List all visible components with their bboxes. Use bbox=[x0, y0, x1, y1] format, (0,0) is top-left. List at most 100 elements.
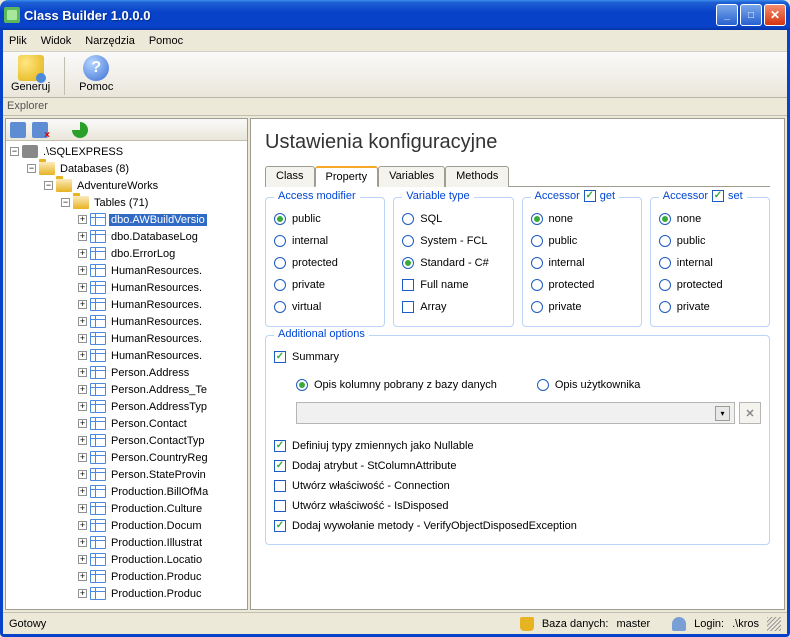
radio[interactable] bbox=[659, 257, 671, 269]
tree-node[interactable]: +dbo.ErrorLog bbox=[6, 245, 247, 262]
tree-node[interactable]: +HumanResources. bbox=[6, 347, 247, 364]
tab-methods[interactable]: Methods bbox=[445, 166, 509, 187]
tree-node[interactable]: +dbo.DatabaseLog bbox=[6, 228, 247, 245]
tree-node[interactable]: +Production.Culture bbox=[6, 500, 247, 517]
vartype-check[interactable]: Array bbox=[402, 296, 504, 318]
accessor-set-toggle[interactable] bbox=[712, 190, 724, 202]
menu-help[interactable]: Pomoc bbox=[149, 35, 183, 47]
tree-expander[interactable]: + bbox=[78, 266, 87, 275]
checkbox[interactable] bbox=[274, 480, 286, 492]
additional-option[interactable]: Utwórz właściwość - IsDisposed bbox=[274, 496, 761, 516]
generate-button[interactable]: Generuj bbox=[7, 53, 54, 95]
radio[interactable] bbox=[402, 257, 414, 269]
radio[interactable] bbox=[531, 213, 543, 225]
set-option[interactable]: protected bbox=[659, 274, 761, 296]
tree-node[interactable]: +HumanResources. bbox=[6, 313, 247, 330]
tree-expander[interactable]: + bbox=[78, 504, 87, 513]
tree-expander[interactable]: + bbox=[78, 436, 87, 445]
radio[interactable] bbox=[274, 235, 286, 247]
maximize-button[interactable]: □ bbox=[740, 4, 762, 26]
get-option[interactable]: protected bbox=[531, 274, 633, 296]
vartype-check[interactable]: Full name bbox=[402, 274, 504, 296]
tree-node[interactable]: +dbo.AWBuildVersio bbox=[6, 211, 247, 228]
tree-node[interactable]: +Production.Produc bbox=[6, 585, 247, 602]
tree-node[interactable]: +Production.Docum bbox=[6, 517, 247, 534]
tree-expander[interactable]: + bbox=[78, 351, 87, 360]
tree-node[interactable]: +Person.StateProvin bbox=[6, 466, 247, 483]
radio[interactable] bbox=[402, 213, 414, 225]
radio[interactable] bbox=[531, 279, 543, 291]
tree-expander[interactable]: + bbox=[78, 215, 87, 224]
tree-expander[interactable]: + bbox=[78, 402, 87, 411]
tree-expander[interactable]: + bbox=[78, 487, 87, 496]
access-option[interactable]: internal bbox=[274, 230, 376, 252]
opt-summary[interactable]: Summary bbox=[274, 346, 761, 368]
close-button[interactable]: ✕ bbox=[764, 4, 786, 26]
radio[interactable] bbox=[531, 235, 543, 247]
radio[interactable] bbox=[659, 235, 671, 247]
radio[interactable] bbox=[274, 257, 286, 269]
get-option[interactable]: public bbox=[531, 230, 633, 252]
tree-node[interactable]: +Production.Locatio bbox=[6, 551, 247, 568]
tree-node[interactable]: −Tables (71) bbox=[6, 194, 247, 211]
tree-expander[interactable]: + bbox=[78, 300, 87, 309]
tree-expander[interactable]: + bbox=[78, 283, 87, 292]
radio[interactable] bbox=[402, 235, 414, 247]
summary-text-dropdown[interactable]: ▾ bbox=[296, 402, 735, 424]
tree-node[interactable]: +Person.Address bbox=[6, 364, 247, 381]
summary-checkbox[interactable] bbox=[274, 351, 286, 363]
tab-class[interactable]: Class bbox=[265, 166, 315, 187]
tab-property[interactable]: Property bbox=[315, 166, 379, 187]
radio[interactable] bbox=[274, 213, 286, 225]
additional-option[interactable]: Dodaj wywołanie metody - VerifyObjectDis… bbox=[274, 516, 761, 536]
additional-option[interactable]: Definiuj typy zmiennych jako Nullable bbox=[274, 436, 761, 456]
summary-src-option[interactable]: Opis kolumny pobrany z bazy danych bbox=[296, 374, 497, 396]
tree-node[interactable]: +HumanResources. bbox=[6, 296, 247, 313]
connect-icon[interactable] bbox=[10, 122, 26, 138]
minimize-button[interactable]: _ bbox=[716, 4, 738, 26]
tree-expander[interactable]: + bbox=[78, 521, 87, 530]
tree-expander[interactable]: + bbox=[78, 385, 87, 394]
radio[interactable] bbox=[296, 379, 308, 391]
summary-delete-button[interactable]: ✕ bbox=[739, 402, 761, 424]
tree-node[interactable]: +Production.Produc bbox=[6, 568, 247, 585]
checkbox[interactable] bbox=[402, 301, 414, 313]
tree-expander[interactable]: + bbox=[78, 453, 87, 462]
tree-expander[interactable]: + bbox=[78, 334, 87, 343]
tree-node[interactable]: +Person.Address_Te bbox=[6, 381, 247, 398]
set-option[interactable]: public bbox=[659, 230, 761, 252]
additional-option[interactable]: Dodaj atrybut - StColumnAttribute bbox=[274, 456, 761, 476]
tree-node[interactable]: +Production.Illustrat bbox=[6, 534, 247, 551]
checkbox[interactable] bbox=[274, 460, 286, 472]
tree-expander[interactable]: + bbox=[78, 249, 87, 258]
radio[interactable] bbox=[659, 279, 671, 291]
tree-node[interactable]: +HumanResources. bbox=[6, 279, 247, 296]
tree-expander[interactable]: − bbox=[44, 181, 53, 190]
tree-expander[interactable]: − bbox=[10, 147, 19, 156]
get-option[interactable]: internal bbox=[531, 252, 633, 274]
tree-node[interactable]: +HumanResources. bbox=[6, 330, 247, 347]
radio[interactable] bbox=[531, 301, 543, 313]
tree-expander[interactable]: + bbox=[78, 572, 87, 581]
additional-option[interactable]: Utwórz właściwość - Connection bbox=[274, 476, 761, 496]
access-option[interactable]: public bbox=[274, 208, 376, 230]
tree-node[interactable]: +HumanResources. bbox=[6, 262, 247, 279]
tree-node[interactable]: −AdventureWorks bbox=[6, 177, 247, 194]
set-option[interactable]: internal bbox=[659, 252, 761, 274]
checkbox[interactable] bbox=[274, 500, 286, 512]
tree-node[interactable]: −.\SQLEXPRESS bbox=[6, 143, 247, 160]
checkbox[interactable] bbox=[274, 520, 286, 532]
disconnect-icon[interactable] bbox=[32, 122, 48, 138]
get-option[interactable]: none bbox=[531, 208, 633, 230]
tree-expander[interactable]: − bbox=[27, 164, 36, 173]
get-option[interactable]: private bbox=[531, 296, 633, 318]
refresh-icon[interactable] bbox=[72, 122, 88, 138]
access-option[interactable]: private bbox=[274, 274, 376, 296]
radio[interactable] bbox=[274, 301, 286, 313]
tree-expander[interactable]: + bbox=[78, 470, 87, 479]
radio[interactable] bbox=[531, 257, 543, 269]
radio[interactable] bbox=[537, 379, 549, 391]
access-option[interactable]: protected bbox=[274, 252, 376, 274]
resize-grip[interactable] bbox=[767, 617, 781, 631]
tab-variables[interactable]: Variables bbox=[378, 166, 445, 187]
